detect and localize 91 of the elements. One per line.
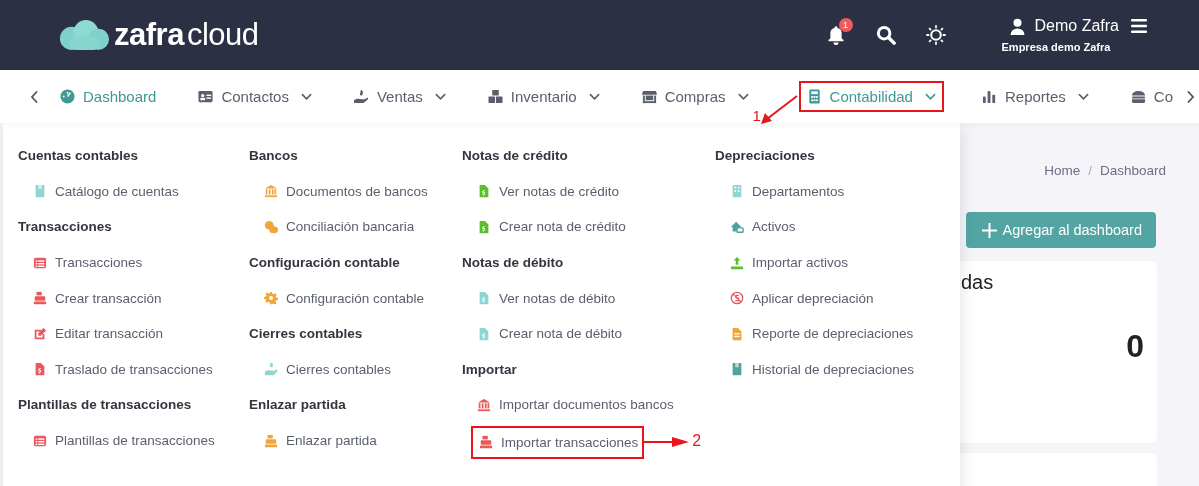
menu-item[interactable]: Historial de depreciaciones xyxy=(715,351,915,388)
card-value: 0 xyxy=(1126,328,1144,365)
user-icon xyxy=(1009,17,1025,35)
card-title: das xyxy=(961,271,995,294)
menu-item[interactable]: Transacciones xyxy=(18,244,143,281)
menu-heading: Plantillas de transacciones xyxy=(18,396,192,415)
nav-tab[interactable]: Dashboard xyxy=(60,88,157,105)
filedollar-icon xyxy=(33,362,47,377)
menu-heading: Notas de crédito xyxy=(462,147,568,166)
list-icon xyxy=(33,255,47,270)
menu-heading: Depreciaciones xyxy=(715,147,815,166)
menu-icon[interactable] xyxy=(1131,19,1147,33)
menu-item[interactable]: Aplicar depreciación xyxy=(715,280,874,316)
menu-item[interactable]: Catálogo de cuentas xyxy=(18,173,179,210)
building-icon xyxy=(730,184,744,199)
boxes-icon xyxy=(487,89,503,104)
logo-wordmark: zafracloud xyxy=(114,17,259,53)
nav-tab[interactable]: Reportes xyxy=(981,88,1089,105)
notification-count: 1 xyxy=(838,18,853,32)
menu-item[interactable]: Importar activos xyxy=(715,244,849,281)
menu-item[interactable]: Crear transacción xyxy=(18,280,162,316)
burger-icon xyxy=(1130,89,1146,104)
menu-item[interactable]: Cierres contables xyxy=(249,351,392,388)
register-icon xyxy=(33,291,47,306)
nav-tab[interactable]: Contactos xyxy=(198,88,312,105)
annotation-arrow xyxy=(758,95,799,125)
menu-heading: Importar xyxy=(462,360,517,379)
company-name: Empresa demo Zafra xyxy=(1001,41,1112,53)
menu-item[interactable]: Documentos de bancos xyxy=(249,173,428,210)
filedollar-icon xyxy=(477,220,491,234)
menu-item[interactable]: Configuración contable xyxy=(249,280,425,316)
menu-item[interactable]: Ver notas de débito xyxy=(462,280,616,316)
gauge-icon xyxy=(60,89,75,104)
menu-heading: Transacciones xyxy=(18,218,112,237)
gear-icon xyxy=(264,291,278,306)
bank-icon xyxy=(264,184,278,199)
menu-item[interactable]: Traslado de transacciones xyxy=(18,351,213,388)
bar-chart-icon xyxy=(981,89,997,104)
menu-heading: Cierres contables xyxy=(249,325,363,344)
file-icon xyxy=(730,326,744,341)
annotation-number: 1 xyxy=(752,107,761,124)
filedollar-icon xyxy=(477,184,491,199)
filedollar-icon xyxy=(477,291,491,306)
hand-coin-icon xyxy=(353,89,369,104)
upload-icon xyxy=(730,255,744,270)
coins-icon xyxy=(264,220,278,234)
menu-item[interactable]: Crear nota de débito xyxy=(462,315,623,352)
breadcrumb-separator: / xyxy=(1088,163,1092,178)
menu-heading: Configuración contable xyxy=(249,254,400,273)
breadcrumb-current: Dashboard xyxy=(1099,163,1166,178)
user-name: Demo Zafra xyxy=(1034,17,1119,35)
menu-heading: Enlazar partida xyxy=(249,396,346,415)
menu-item[interactable]: Importar documentos bancos xyxy=(462,387,674,423)
hand-icon xyxy=(264,362,278,377)
nodollar-icon xyxy=(730,291,744,306)
menu-item[interactable]: Reporte de depreciaciones xyxy=(715,315,914,352)
cloud-logo-icon xyxy=(58,18,110,52)
menu-item[interactable]: Plantillas de transacciones xyxy=(18,422,215,459)
plus-icon xyxy=(981,222,997,238)
edit-icon xyxy=(33,326,47,341)
menu-item[interactable]: Activos xyxy=(715,209,796,245)
id-card-icon xyxy=(198,89,214,104)
bank-icon xyxy=(477,397,491,412)
menu-heading: Notas de débito xyxy=(462,254,564,273)
chevron-right-icon xyxy=(1187,90,1195,103)
menu-item[interactable]: Ver notas de crédito xyxy=(462,173,620,210)
calculator-icon xyxy=(806,89,822,104)
menu-item[interactable]: Importar transacciones xyxy=(473,427,643,457)
book-icon xyxy=(33,184,47,199)
menu-item[interactable]: Enlazar partida xyxy=(249,422,377,459)
menu-heading: Cuentas contables xyxy=(18,147,139,166)
nav-tab[interactable]: Co xyxy=(1130,88,1173,105)
nav-tab[interactable]: Ventas xyxy=(353,88,446,105)
nav-tab[interactable]: Compras xyxy=(641,88,749,105)
menu-item[interactable]: Crear nota de crédito xyxy=(462,209,626,245)
register-icon xyxy=(479,435,493,450)
menu-heading: Bancos xyxy=(249,147,298,166)
list-icon xyxy=(33,433,47,448)
menu-item[interactable]: Conciliación bancaria xyxy=(249,209,415,245)
store-icon xyxy=(641,89,657,104)
menu-item[interactable]: Departamentos xyxy=(715,173,845,210)
menu-item[interactable]: Editar transacción xyxy=(18,315,164,352)
house-icon xyxy=(730,220,744,234)
filedollar-icon xyxy=(477,326,491,341)
register-icon xyxy=(264,433,278,448)
nav-tab[interactable]: Contabilidad xyxy=(806,88,936,105)
book-icon xyxy=(730,362,744,377)
nav-tab[interactable]: Inventario xyxy=(487,88,600,105)
breadcrumb-link[interactable]: Home xyxy=(1044,163,1081,178)
chevron-left-icon xyxy=(30,90,38,103)
annotation-number: 2 xyxy=(692,431,702,450)
